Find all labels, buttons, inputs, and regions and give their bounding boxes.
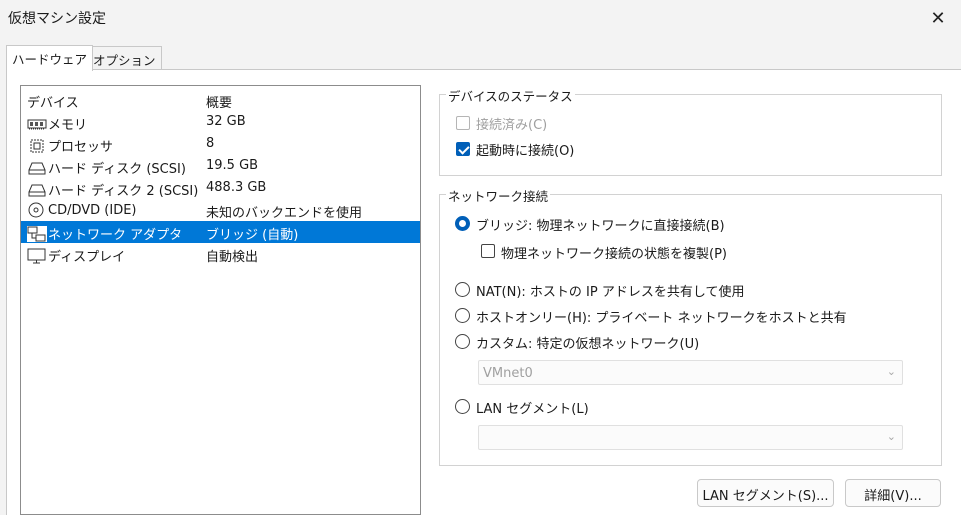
column-header-summary[interactable]: 概要 bbox=[206, 92, 232, 111]
connect-at-power-on-label: 起動時に接続(O) bbox=[476, 144, 575, 159]
connect-at-power-on-checkbox[interactable] bbox=[456, 142, 470, 156]
lan-segment-label: LAN セグメント(L) bbox=[476, 402, 589, 417]
device-row-hard-disk-2[interactable]: ハード ディスク 2 (SCSI) 488.3 GB bbox=[21, 177, 420, 199]
window-title: 仮想マシン設定 bbox=[8, 11, 106, 27]
device-row-network-adapter[interactable]: ネットワーク アダプタ ブリッジ (自動) bbox=[21, 221, 420, 243]
cd-dvd-icon bbox=[27, 202, 47, 218]
connected-checkbox[interactable] bbox=[456, 116, 470, 130]
memory-icon bbox=[27, 116, 47, 132]
device-row-hard-disk[interactable]: ハード ディスク (SCSI) 19.5 GB bbox=[21, 155, 420, 177]
lan-segments-button[interactable]: LAN セグメント(S)... bbox=[697, 479, 834, 507]
lan-segment-radio[interactable] bbox=[455, 399, 470, 414]
network-connection-group: ネットワーク接続 ブリッジ: 物理ネットワークに直接接続(B) 物理ネットワーク… bbox=[439, 186, 942, 466]
device-summary: 488.3 GB bbox=[206, 180, 267, 195]
device-row-processor[interactable]: プロセッサ 8 bbox=[21, 133, 420, 155]
device-name: ハード ディスク (SCSI) bbox=[48, 162, 186, 177]
device-summary: 未知のバックエンドを使用 bbox=[206, 206, 363, 221]
custom-label: カスタム: 特定の仮想ネットワーク(U) bbox=[476, 337, 700, 352]
hard-disk-icon bbox=[27, 182, 47, 198]
replicate-state-checkbox[interactable] bbox=[481, 244, 495, 258]
network-connection-legend: ネットワーク接続 bbox=[446, 186, 551, 205]
device-summary: ブリッジ (自動) bbox=[206, 228, 299, 243]
device-name: メモリ bbox=[48, 118, 88, 133]
custom-network-value: VMnet0 bbox=[483, 366, 533, 381]
device-name: ディスプレイ bbox=[48, 250, 126, 265]
network-adapter-icon bbox=[27, 225, 47, 242]
device-list-header: デバイス 概要 bbox=[21, 89, 420, 111]
bridged-label: ブリッジ: 物理ネットワークに直接接続(B) bbox=[476, 219, 725, 234]
title-bar: 仮想マシン設定 ✕ bbox=[0, 0, 961, 36]
device-summary: 自動検出 bbox=[206, 250, 259, 265]
device-summary: 32 GB bbox=[206, 114, 246, 129]
column-header-device[interactable]: デバイス bbox=[27, 92, 79, 111]
processor-icon bbox=[27, 138, 47, 154]
device-row-cd-dvd[interactable]: CD/DVD (IDE) 未知のバックエンドを使用 bbox=[21, 199, 420, 221]
device-status-legend: デバイスのステータス bbox=[446, 86, 575, 105]
lan-segment-select[interactable]: ⌄ bbox=[478, 425, 903, 450]
device-status-group: デバイスのステータス 接続済み(C) 起動時に接続(O) bbox=[439, 86, 942, 176]
tab-hardware[interactable]: ハードウェア bbox=[6, 45, 94, 71]
chevron-down-icon: ⌄ bbox=[886, 430, 896, 443]
custom-radio[interactable] bbox=[455, 334, 470, 349]
hard-disk-icon bbox=[27, 160, 47, 176]
bridged-radio[interactable] bbox=[455, 216, 470, 231]
device-name: ハード ディスク 2 (SCSI) bbox=[48, 184, 199, 199]
device-row-memory[interactable]: メモリ 32 GB bbox=[21, 111, 420, 133]
tab-options[interactable]: オプション bbox=[87, 46, 162, 70]
device-summary: 19.5 GB bbox=[206, 158, 259, 173]
nat-label: NAT(N): ホストの IP アドレスを共有して使用 bbox=[476, 285, 745, 300]
device-name: ネットワーク アダプタ bbox=[48, 228, 183, 243]
host-only-radio[interactable] bbox=[455, 308, 470, 323]
device-list[interactable]: デバイス 概要 メモリ 32 GB プロセッサ 8 ハード ディスク (SCSI… bbox=[20, 85, 421, 515]
close-icon[interactable]: ✕ bbox=[915, 0, 961, 36]
chevron-down-icon: ⌄ bbox=[886, 365, 896, 378]
nat-radio[interactable] bbox=[455, 282, 470, 297]
device-summary: 8 bbox=[206, 136, 215, 151]
device-name: プロセッサ bbox=[48, 140, 114, 155]
custom-network-select[interactable]: VMnet0 ⌄ bbox=[478, 360, 903, 385]
connected-label: 接続済み(C) bbox=[476, 118, 548, 133]
replicate-state-label: 物理ネットワーク接続の状態を複製(P) bbox=[501, 247, 727, 262]
advanced-button[interactable]: 詳細(V)... bbox=[845, 479, 941, 507]
device-name: CD/DVD (IDE) bbox=[48, 202, 137, 218]
device-row-display[interactable]: ディスプレイ 自動検出 bbox=[21, 243, 420, 265]
host-only-label: ホストオンリー(H): プライベート ネットワークをホストと共有 bbox=[476, 311, 847, 326]
display-icon bbox=[27, 248, 47, 264]
